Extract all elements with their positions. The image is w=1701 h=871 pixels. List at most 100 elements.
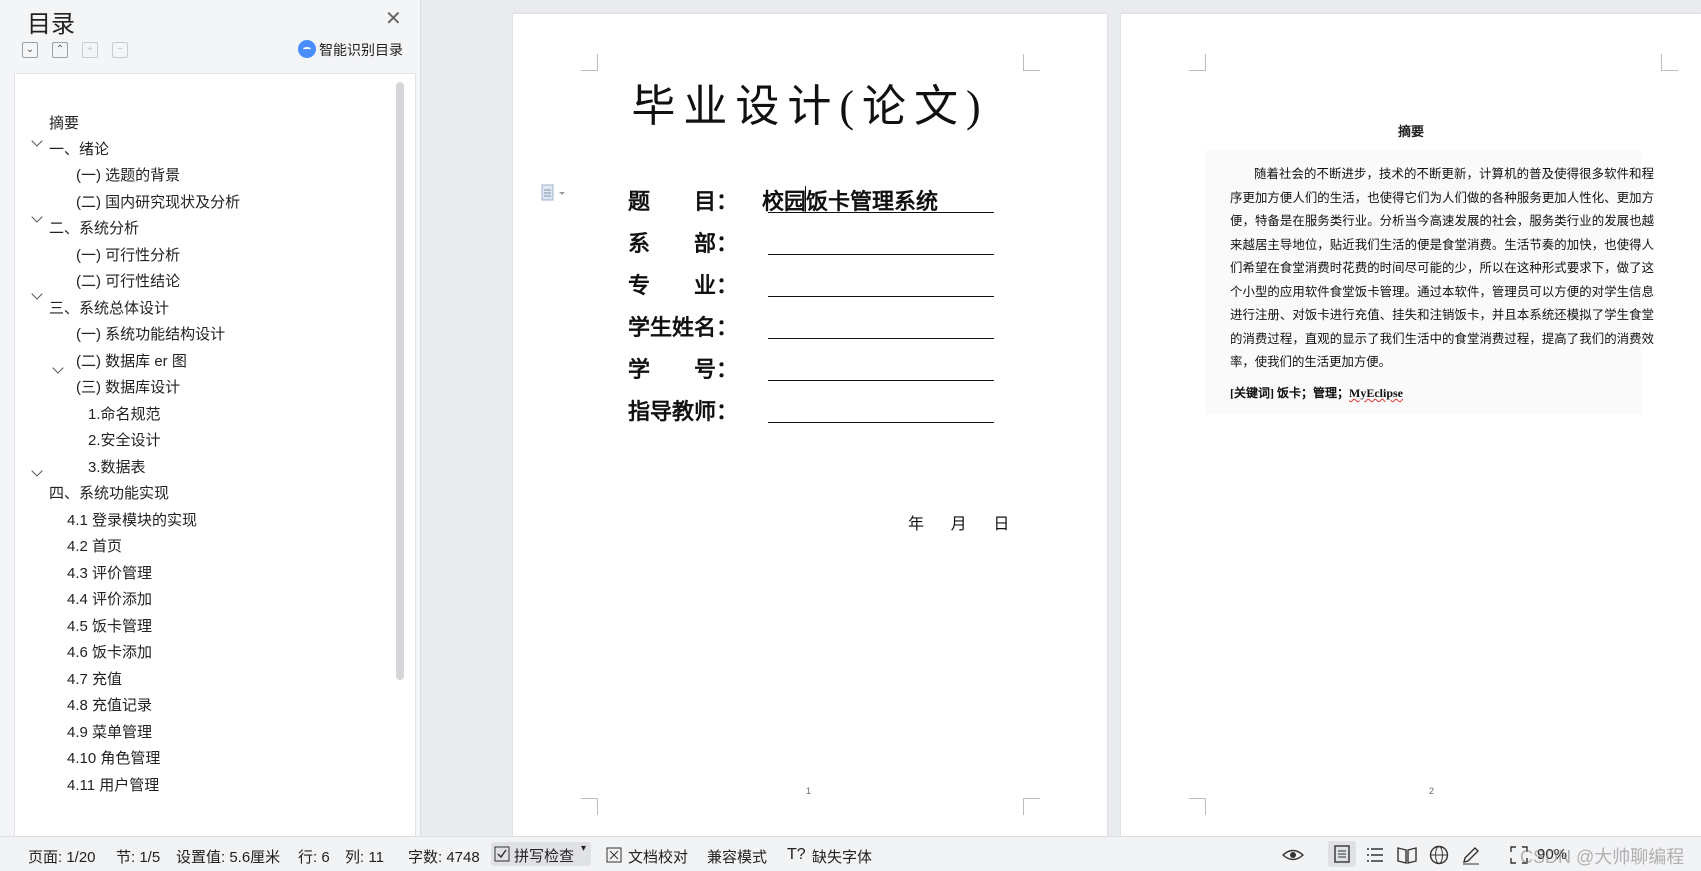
toc-item[interactable]: (二) 可行性结论 [76, 270, 180, 291]
toc-title: 目录 [27, 11, 75, 38]
toc-list: 摘要 一、绪论 (一) 选题的背景 (二) 国内研究现状及分析 二、系统分析 (… [14, 73, 416, 838]
field-label-department: 系 部： [628, 231, 739, 256]
toc-item[interactable]: 4.4 评价添加 [67, 588, 152, 609]
compat-mode-button[interactable]: 兼容模式 [707, 846, 767, 867]
text-cursor [805, 186, 806, 212]
toc-item[interactable]: (一) 选题的背景 [76, 164, 180, 185]
page-view-button[interactable] [1328, 841, 1356, 867]
status-bar: 页面: 1/20 节: 1/5 设置值: 5.6厘米 行: 6 列: 11 字数… [0, 836, 1701, 871]
toc-item[interactable]: (二) 国内研究现状及分析 [76, 191, 240, 212]
status-col[interactable]: 列: 11 [345, 846, 384, 867]
outline-view-icon[interactable] [1366, 846, 1384, 864]
toc-item[interactable]: 二、系统分析 [49, 217, 139, 238]
toc-item[interactable]: 4.6 饭卡添加 [67, 641, 152, 662]
toc-panel: 目录 ✕ ⌄ ⌃ + − 智能识别目录 摘要 一、绪论 (一) 选题的背景 (二… [0, 0, 421, 838]
field-label-student-id: 学 号： [628, 357, 739, 382]
page-view-icon [1334, 845, 1350, 863]
web-view-icon[interactable] [1429, 845, 1449, 865]
toc-scrollbar[interactable] [396, 82, 404, 680]
status-setting[interactable]: 设置值: 5.6厘米 [176, 846, 280, 867]
spell-check-button[interactable]: 拼写检查 ▾ [491, 842, 591, 866]
corner-mark [1023, 798, 1040, 815]
toc-item[interactable]: 4.3 评价管理 [67, 562, 152, 583]
missing-font-icon: T? [787, 846, 806, 863]
field-underline[interactable] [768, 379, 994, 381]
status-section[interactable]: 节: 1/5 [116, 846, 160, 867]
page-number: 2 [1429, 786, 1435, 796]
eye-protection-icon[interactable] [1282, 846, 1304, 864]
date-line: 年 月 日 [908, 516, 1010, 533]
field-underline [768, 211, 994, 213]
toc-item[interactable]: (一) 系统功能结构设计 [76, 323, 225, 344]
field-label-student-name: 学生姓名： [628, 315, 739, 340]
chevron-down-icon[interactable] [31, 288, 43, 300]
field-underline[interactable] [768, 337, 994, 339]
abstract-text: 随着社会的不断进步，技术的不断更新，计算机的普及使得很多软件和程序更加方便人们的… [1230, 167, 1654, 369]
keywords-label: [关键词] [1230, 386, 1274, 400]
paste-options-icon[interactable] [541, 184, 567, 202]
pen-icon[interactable] [1461, 845, 1481, 865]
corner-mark [581, 798, 598, 815]
spell-check-label: 拼写检查 [514, 848, 575, 865]
field-underline[interactable] [768, 421, 994, 423]
toc-item[interactable]: 4.5 饭卡管理 [67, 615, 152, 636]
toc-item[interactable]: (二) 数据库 er 图 [76, 350, 187, 371]
toc-item[interactable]: (一) 可行性分析 [76, 244, 180, 265]
chevron-down-icon[interactable] [31, 135, 43, 147]
field-underline[interactable] [768, 295, 994, 297]
chevron-down-icon[interactable] [31, 211, 43, 223]
toc-item[interactable]: 4.2 首页 [67, 535, 122, 556]
chevron-down-icon[interactable] [31, 465, 43, 477]
chevron-down-icon[interactable] [52, 362, 64, 374]
status-row[interactable]: 行: 6 [298, 846, 330, 867]
toc-item[interactable]: 3.数据表 [88, 456, 146, 477]
reading-view-icon[interactable] [1397, 846, 1417, 864]
document-page-2: 摘要 随着社会的不断进步，技术的不断更新，计算机的普及使得很多软件和程序更加方便… [1121, 14, 1701, 836]
status-page[interactable]: 页面: 1/20 [28, 846, 96, 867]
corner-mark [1023, 54, 1040, 71]
doc-proof-button[interactable]: 文档校对 [628, 846, 688, 867]
remove-level-icon[interactable]: − [112, 42, 128, 58]
corner-mark [1189, 798, 1206, 815]
missing-font-button[interactable]: 缺失字体 [812, 846, 872, 867]
dropdown-arrow-icon: ▾ [581, 843, 587, 854]
toc-item[interactable]: 4.8 充值记录 [67, 694, 152, 715]
smart-ai-icon [298, 40, 316, 58]
toc-item[interactable]: 4.7 充值 [67, 668, 122, 689]
add-level-icon[interactable]: + [82, 42, 98, 58]
collapse-all-icon[interactable]: ⌄ [22, 42, 38, 58]
field-underline[interactable] [768, 253, 994, 255]
corner-mark [1661, 54, 1678, 71]
document-page-1: 毕业设计(论文) 题 目： 校园饭卡管理系统 系 部： 专 业： 学生姓名： 学… [513, 14, 1107, 836]
toc-item[interactable]: 4.10 角色管理 [67, 747, 160, 768]
watermark: CSDN @大帅聊编程 [1520, 847, 1685, 867]
smart-toc-label: 智能识别目录 [319, 42, 403, 58]
expand-all-icon[interactable]: ⌃ [52, 42, 68, 58]
field-label-advisor: 指导教师： [628, 399, 739, 424]
toc-item[interactable]: 三、系统总体设计 [49, 297, 169, 318]
corner-mark [581, 54, 598, 71]
cover-title: 毕业设计(论文) [631, 82, 989, 131]
page-number: 1 [806, 786, 812, 796]
corner-mark [1189, 54, 1206, 71]
toc-item[interactable]: 一、绪论 [49, 138, 109, 159]
smart-toc-button[interactable]: 智能识别目录 [298, 40, 403, 60]
toc-item[interactable]: 四、系统功能实现 [49, 482, 169, 503]
toc-item[interactable]: 2.安全设计 [88, 429, 161, 450]
keyword-misspelled[interactable]: MyEclipse [1349, 386, 1403, 400]
toc-item[interactable]: 1.命名规范 [88, 403, 161, 424]
close-icon[interactable]: ✕ [385, 6, 402, 31]
abstract-title: 摘要 [1397, 124, 1424, 139]
toc-item[interactable]: 4.1 登录模块的实现 [67, 509, 197, 530]
field-label-title: 题 目： [628, 189, 739, 214]
toc-item[interactable]: 4.11 用户管理 [67, 774, 159, 795]
checkbox-check-icon [494, 846, 510, 862]
toc-item[interactable]: 4.9 菜单管理 [67, 721, 152, 742]
doc-proof-icon [606, 847, 622, 863]
keywords-value: 饭卡；管理； [1277, 386, 1350, 400]
field-label-major: 专 业： [628, 273, 739, 298]
status-word-count[interactable]: 字数: 4748 [408, 846, 480, 867]
toc-item[interactable]: 摘要 [49, 112, 79, 133]
toc-item[interactable]: (三) 数据库设计 [76, 376, 180, 397]
abstract-keywords: [关键词] 饭卡；管理；MyEclipse [1230, 384, 1403, 401]
